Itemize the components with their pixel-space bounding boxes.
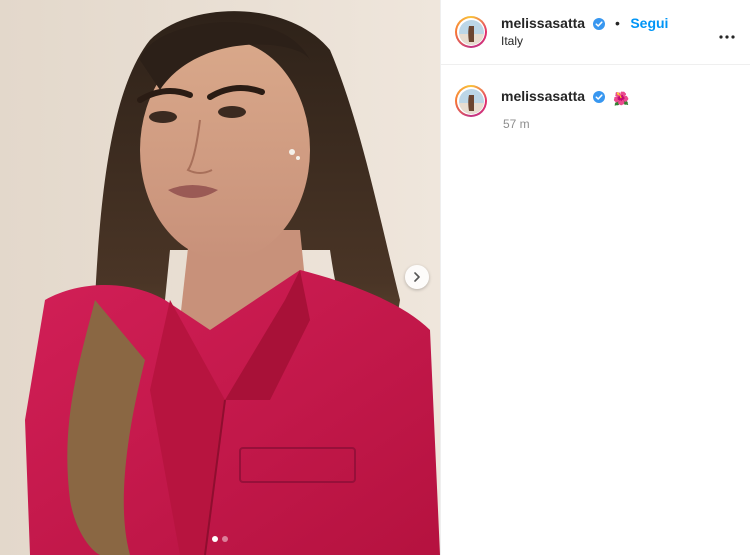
verified-icon — [592, 18, 605, 30]
carousel-indicator — [0, 536, 440, 542]
verified-icon — [592, 91, 605, 103]
caption-avatar[interactable] — [455, 85, 487, 117]
header-separator: • — [614, 15, 620, 31]
header-username[interactable]: melissasatta — [501, 15, 585, 31]
carousel-next-button[interactable] — [405, 265, 429, 289]
header-user-row: melissasatta • Segui — [501, 15, 668, 33]
carousel-dot-2 — [222, 536, 228, 542]
post-header: melissasatta • Segui Italy — [441, 0, 750, 65]
more-options-icon — [719, 35, 735, 39]
caption-row: melissasatta 🌺 — [501, 88, 629, 107]
post-side-panel: melissasatta • Segui Italy melissasatta … — [440, 0, 750, 555]
post-photo — [0, 0, 440, 555]
caption-username[interactable]: melissasatta — [501, 88, 585, 104]
caption-timestamp[interactable]: 57 m — [503, 117, 530, 131]
post-media[interactable] — [0, 0, 440, 555]
caption-avatar-image — [458, 88, 484, 114]
avatar-image — [458, 19, 484, 45]
hibiscus-icon: 🌺 — [612, 91, 630, 106]
follow-button[interactable]: Segui — [630, 15, 668, 31]
carousel-dot-1 — [212, 536, 218, 542]
header-location[interactable]: Italy — [501, 34, 523, 48]
chevron-right-icon — [414, 272, 420, 282]
header-avatar[interactable] — [455, 16, 487, 48]
more-options-button[interactable] — [719, 26, 735, 44]
